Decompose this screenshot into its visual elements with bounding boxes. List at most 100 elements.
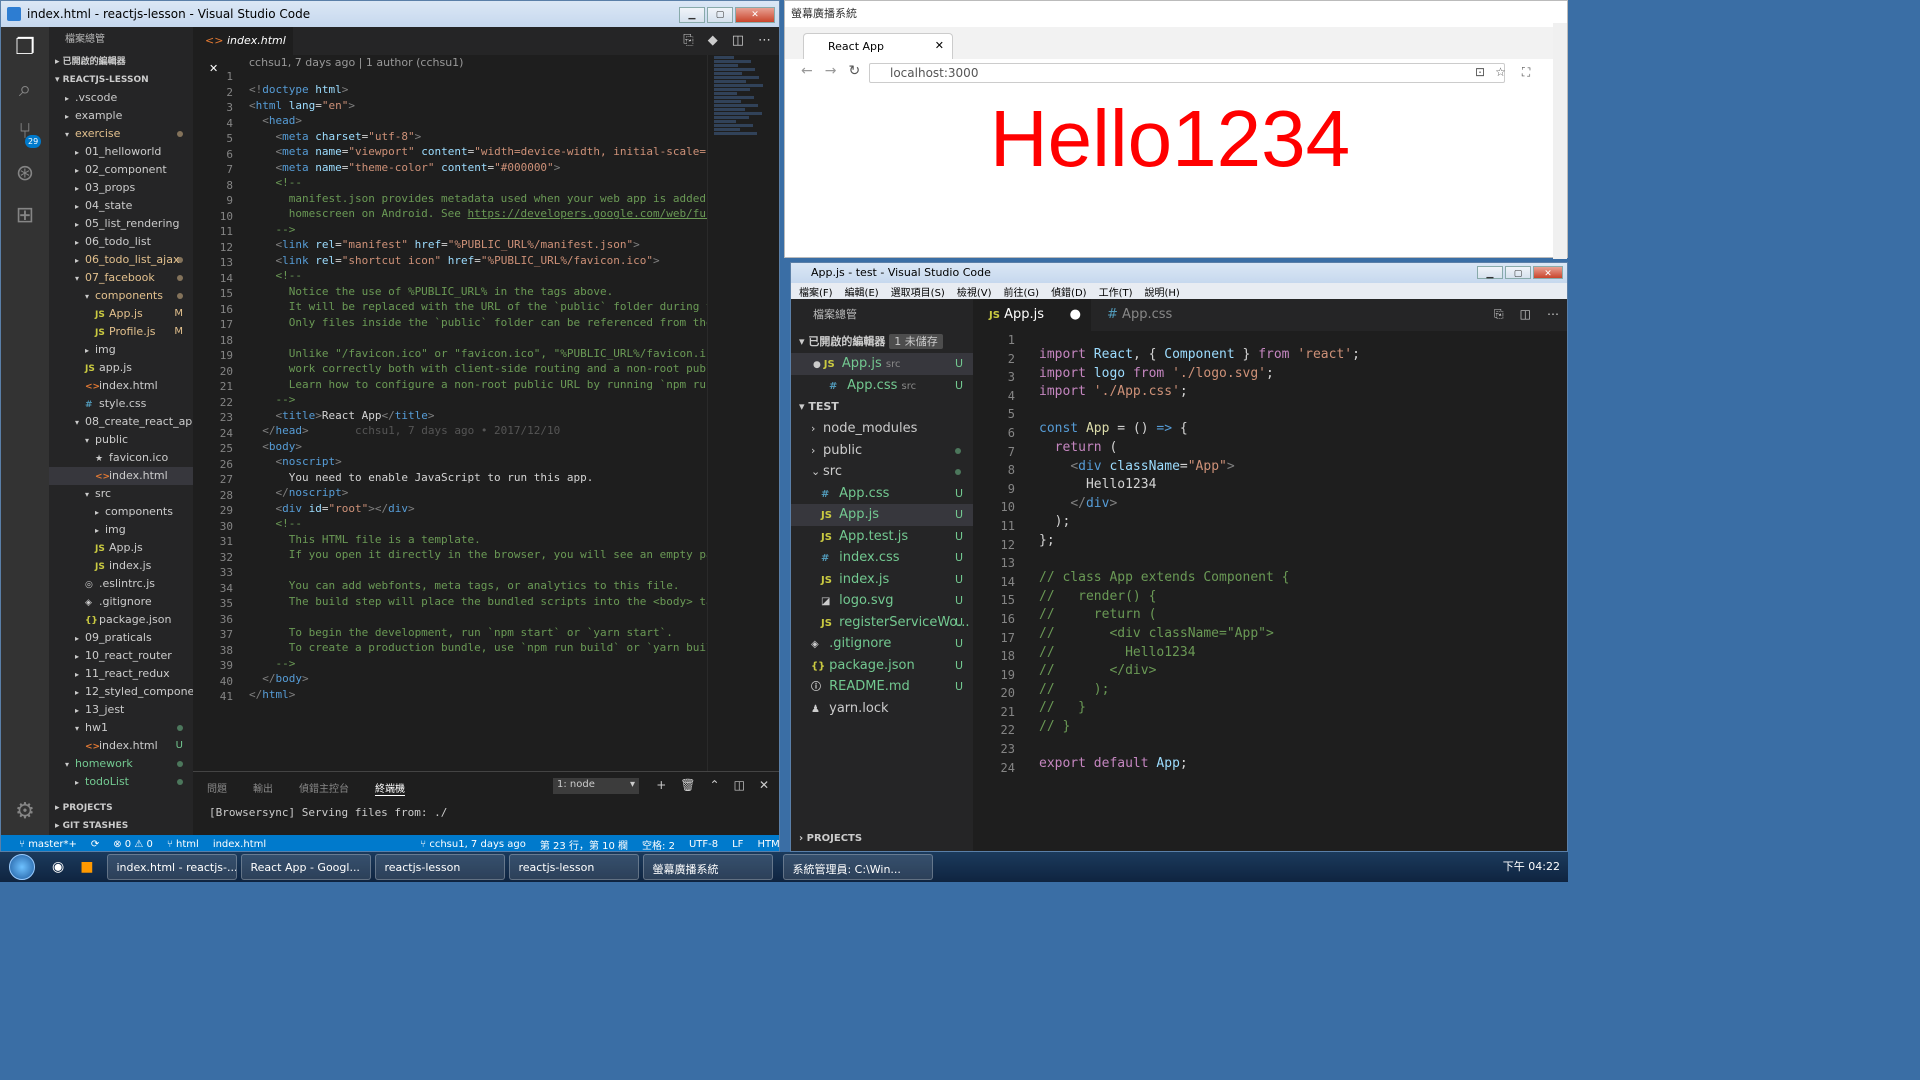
browser-tab[interactable]: React App ✕ bbox=[803, 33, 953, 59]
panel-close-icon[interactable]: ✕ bbox=[759, 778, 769, 792]
explorer-icon[interactable]: ❐ bbox=[1, 27, 49, 69]
terminal-select[interactable]: 1: node ▾ bbox=[553, 778, 639, 794]
html-code-editor[interactable]: <!doctype html> <html lang="en"> <head> <… bbox=[249, 69, 707, 744]
right-tree-item[interactable]: JS index.js U bbox=[791, 569, 973, 591]
panel-layout-icon[interactable]: ◫ bbox=[734, 778, 745, 792]
chevron-up-icon[interactable]: ⌃ bbox=[710, 778, 720, 792]
open-editor-item[interactable]: # App.css src U bbox=[791, 375, 973, 397]
tree-item[interactable]: <>index.html bbox=[49, 377, 193, 395]
right-tree-item[interactable]: JS registerServiceWo... U bbox=[791, 612, 973, 634]
cast-icon[interactable]: ⛶ bbox=[1522, 65, 1530, 80]
panel-tab[interactable]: 問題 bbox=[207, 780, 227, 795]
address-bar[interactable]: localhost:3000 bbox=[869, 63, 1505, 83]
tree-item[interactable]: JS Profile.js M bbox=[49, 323, 193, 341]
right-open-editors[interactable]: ▾ 已開啟的編輯器 1 未儲存 bbox=[791, 331, 973, 353]
open-changes-icon[interactable]: ⎘ bbox=[683, 33, 693, 48]
minimize-button[interactable]: ▁ bbox=[679, 7, 705, 23]
taskbar-item[interactable]: index.html - reactjs-... bbox=[107, 854, 238, 880]
tab-app-css[interactable]: # App.css bbox=[1091, 299, 1191, 331]
tree-item[interactable]: ▸ 11_react_redux bbox=[49, 665, 193, 683]
trash-icon[interactable]: 🗑 bbox=[680, 778, 695, 792]
taskbar-item[interactable]: React App - Googl... bbox=[241, 854, 372, 880]
right-tree-item[interactable]: ⓘ README.md U bbox=[791, 676, 973, 698]
projects-section[interactable]: ▸ PROJECTS bbox=[49, 799, 113, 817]
tree-item[interactable]: ▸ 06_todo_list bbox=[49, 233, 193, 251]
taskbar-item[interactable]: 螢幕廣播系統 bbox=[643, 854, 774, 880]
right-tree-item[interactable]: ⌄ src bbox=[791, 461, 973, 483]
menu-item[interactable]: 檢視(V) bbox=[957, 284, 992, 299]
tab-app-js[interactable]: JS App.js ● bbox=[973, 299, 1091, 331]
panel-tab[interactable]: 終端機 bbox=[375, 780, 405, 796]
git-icon[interactable]: ◆ bbox=[708, 33, 718, 48]
eol[interactable]: LF bbox=[732, 839, 743, 850]
cursor-position[interactable]: 第 23 行，第 10 欄 bbox=[540, 837, 628, 852]
right-tree-item[interactable]: # App.css U bbox=[791, 483, 973, 505]
right-tree-item[interactable]: # index.css U bbox=[791, 547, 973, 569]
tree-item[interactable]: JS app.js bbox=[49, 359, 193, 377]
tree-item[interactable]: # style.css bbox=[49, 395, 193, 413]
tree-item[interactable]: ▸ 05_list_rendering bbox=[49, 215, 193, 233]
menu-item[interactable]: 檔案(F) bbox=[799, 284, 833, 299]
right-split-editor-icon[interactable]: ◫ bbox=[1520, 307, 1531, 322]
split-editor-icon[interactable]: ◫ bbox=[732, 33, 744, 48]
tree-item[interactable]: ▸ example bbox=[49, 107, 193, 125]
source-control-icon[interactable]: ⑂ 29 bbox=[1, 111, 49, 153]
minimap[interactable] bbox=[707, 55, 767, 771]
tree-item[interactable]: JS index.js bbox=[49, 557, 193, 575]
new-terminal-icon[interactable]: + bbox=[656, 778, 666, 792]
tree-item[interactable]: JS App.js bbox=[49, 539, 193, 557]
indentation[interactable]: 空格: 2 bbox=[642, 837, 675, 852]
menu-item[interactable]: 前往(G) bbox=[1004, 284, 1040, 299]
problems-count[interactable]: ⊗ 0 ⚠ 0 bbox=[113, 839, 153, 850]
open-editors-section[interactable]: ▸ 已開啟的編輯器 bbox=[49, 53, 193, 71]
js-code-editor[interactable]: import React, { Component } from 'react'… bbox=[1039, 331, 1499, 822]
right-tree-item[interactable]: ◪ logo.svg U bbox=[791, 590, 973, 612]
tree-item[interactable]: ▸ img bbox=[49, 521, 193, 539]
firefox-icon[interactable]: ◉ bbox=[52, 859, 64, 875]
tree-item[interactable]: <>index.html U bbox=[49, 737, 193, 755]
right-tree-item[interactable]: ◈ .gitignore U bbox=[791, 633, 973, 655]
tree-item[interactable]: ▸12_styled_components bbox=[49, 683, 193, 701]
right-projects-section[interactable]: › PROJECTS bbox=[799, 833, 862, 844]
taskbar-item[interactable]: reactjs-lesson bbox=[509, 854, 640, 880]
root-folder[interactable]: ▾ REACTJS-LESSON bbox=[49, 71, 193, 89]
tree-item[interactable]: ★ favicon.ico bbox=[49, 449, 193, 467]
back-icon[interactable]: ← bbox=[801, 63, 813, 79]
reload-icon[interactable]: ↻ bbox=[848, 63, 860, 79]
language-mode[interactable]: HTML bbox=[757, 839, 779, 850]
right-maximize-button[interactable]: ▢ bbox=[1505, 266, 1531, 279]
right-tree-item[interactable]: JS App.test.js U bbox=[791, 526, 973, 548]
tree-item[interactable]: ▾ exercise bbox=[49, 125, 193, 143]
menu-item[interactable]: 工作(T) bbox=[1099, 284, 1133, 299]
extensions-icon[interactable]: ⊞ bbox=[1, 195, 49, 237]
tree-item[interactable]: ▸ 02_component bbox=[49, 161, 193, 179]
tree-item[interactable]: JS App.js M bbox=[49, 305, 193, 323]
tree-item[interactable]: ▾ hw1 bbox=[49, 719, 193, 737]
tree-item[interactable]: ▾ 08_create_react_app bbox=[49, 413, 193, 431]
tree-item[interactable]: ▸ 01_helloworld bbox=[49, 143, 193, 161]
panel-tab[interactable]: 輸出 bbox=[253, 780, 273, 795]
browser-tab-close-icon[interactable]: ✕ bbox=[935, 39, 944, 52]
tree-item[interactable]: ▸ 04_state bbox=[49, 197, 193, 215]
more-icon[interactable]: ⋯ bbox=[758, 33, 771, 48]
close-button[interactable]: ✕ bbox=[735, 7, 775, 23]
settings-gear-icon[interactable]: ⚙ bbox=[1, 791, 49, 833]
tab-index-html[interactable]: <> index.html ✕ bbox=[193, 27, 293, 75]
translate-icon[interactable]: ⊡ bbox=[1475, 65, 1485, 80]
menu-item[interactable]: 偵錯(D) bbox=[1051, 284, 1087, 299]
tree-item[interactable]: ▾ src bbox=[49, 485, 193, 503]
right-open-changes-icon[interactable]: ⎘ bbox=[1494, 307, 1504, 322]
search-icon[interactable]: ⌕ bbox=[1, 69, 49, 111]
git-branch[interactable]: ⑂ master*+ bbox=[19, 839, 77, 850]
right-close-button[interactable]: ✕ bbox=[1533, 266, 1563, 279]
tree-item[interactable]: <>index.html bbox=[49, 467, 193, 485]
tree-item[interactable]: ◈ .gitignore bbox=[49, 593, 193, 611]
menu-item[interactable]: 編輯(E) bbox=[845, 284, 879, 299]
taskbar-item[interactable]: 系統管理員: C:\Win... bbox=[783, 854, 934, 880]
sync-icon[interactable]: ⟳ bbox=[91, 839, 99, 850]
sublime-icon[interactable]: ■ bbox=[80, 859, 93, 875]
tree-item[interactable]: ▸ 03_props bbox=[49, 179, 193, 197]
right-tree-item[interactable]: ♟ yarn.lock bbox=[791, 698, 973, 720]
menu-item[interactable]: 說明(H) bbox=[1145, 284, 1180, 299]
unsaved-dot-icon[interactable]: ● bbox=[1070, 307, 1081, 322]
